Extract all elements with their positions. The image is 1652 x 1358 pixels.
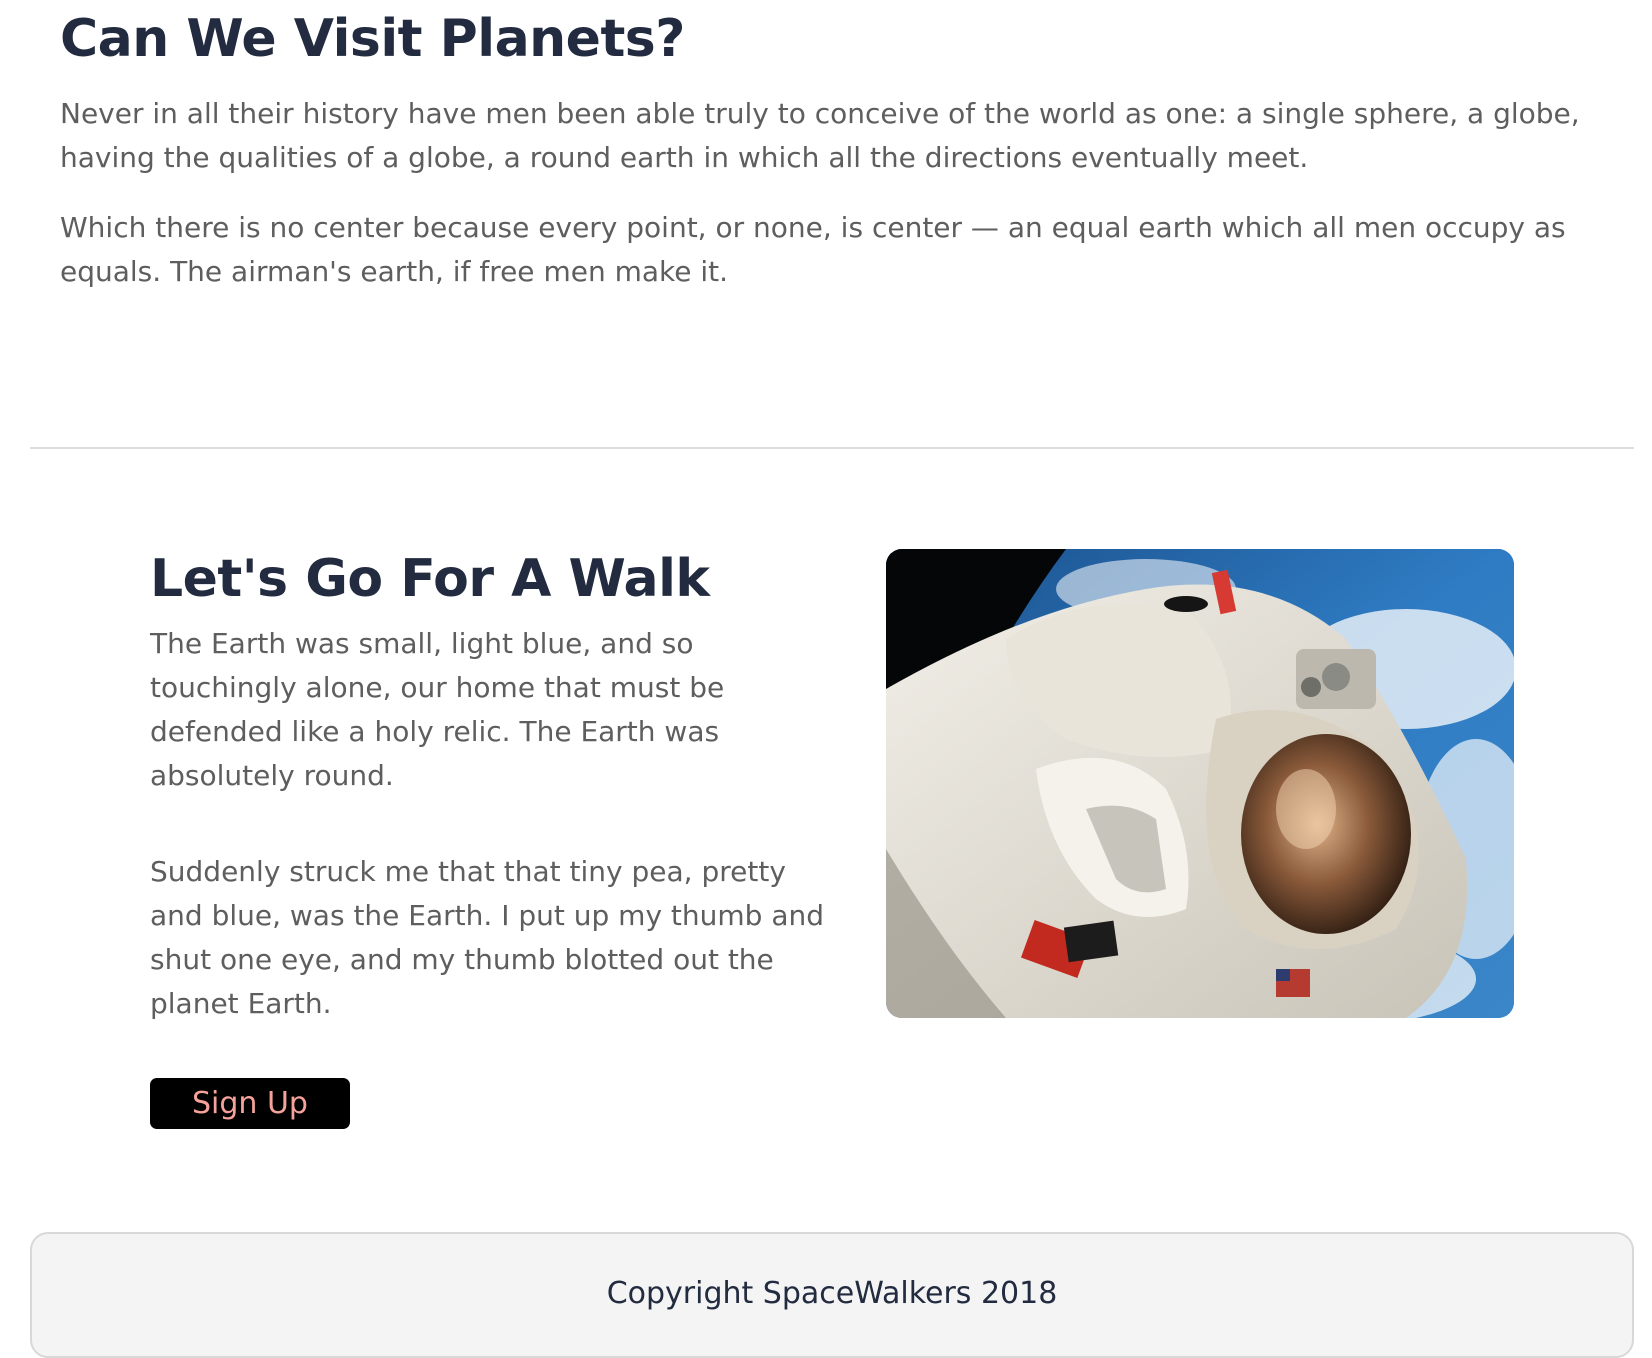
- section-divider: [30, 447, 1634, 449]
- intro-paragraph-2: Which there is no center because every p…: [60, 211, 1566, 288]
- intro-section: Can We Visit Planets? Never in all their…: [60, 0, 1620, 294]
- astronaut-photo: [886, 549, 1514, 1018]
- footer-copyright: Copyright SpaceWalkers 2018: [606, 1276, 1058, 1311]
- walk-title: Let's Go For A Walk: [150, 549, 710, 609]
- intro-title: Can We Visit Planets?: [60, 9, 685, 69]
- footer: Copyright SpaceWalkers 2018: [30, 1232, 1634, 1358]
- walk-paragraph-2: Suddenly struck me that that tiny pea, p…: [150, 855, 825, 1020]
- walk-paragraph-1: The Earth was small, light blue, and so …: [150, 627, 725, 792]
- intro-paragraph-1: Never in all their history have men been…: [60, 97, 1580, 174]
- sign-up-button[interactable]: Sign Up: [150, 1078, 350, 1129]
- walk-section: Let's Go For A Walk The Earth was small,…: [150, 540, 850, 1129]
